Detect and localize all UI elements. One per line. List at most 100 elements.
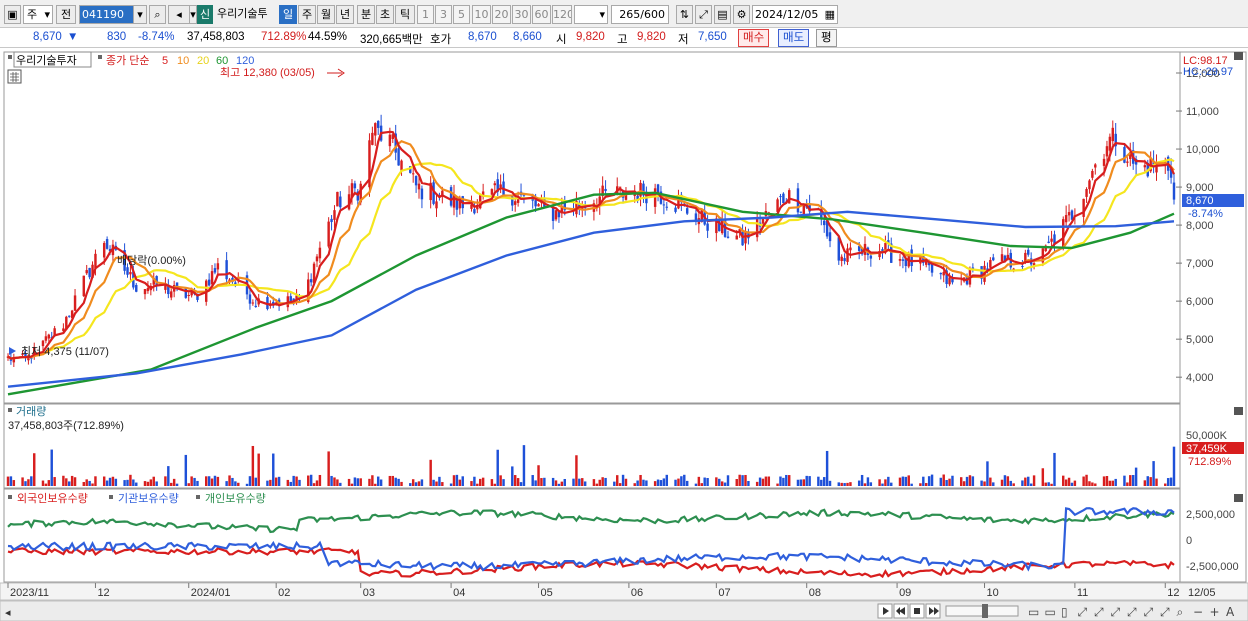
volume-bar bbox=[983, 481, 986, 486]
candle-body bbox=[248, 294, 252, 304]
date-field[interactable]: 2024/12/05 ▦ bbox=[752, 5, 838, 24]
calendar-icon[interactable]: ▦ bbox=[825, 6, 835, 23]
volume-bar bbox=[604, 477, 607, 486]
zoom-slider-handle[interactable] bbox=[982, 604, 988, 618]
volume-bar bbox=[735, 479, 738, 486]
volume-bar bbox=[388, 475, 392, 486]
quote-label: 호가 bbox=[430, 34, 452, 46]
candle-body bbox=[333, 210, 336, 220]
high-label: 고 bbox=[617, 34, 628, 46]
code-dropdown-icon[interactable]: ▾ bbox=[133, 5, 147, 24]
volume-bar bbox=[869, 482, 873, 486]
evaluate-button[interactable]: 평 bbox=[816, 29, 837, 47]
volume-bar bbox=[575, 455, 578, 486]
minute-1-button[interactable]: 1 bbox=[417, 5, 434, 24]
candle-body bbox=[840, 256, 843, 261]
volume-panel[interactable] bbox=[3, 403, 1181, 489]
volume-bar bbox=[359, 478, 362, 486]
volume-bar bbox=[761, 478, 765, 486]
volume-bar bbox=[414, 482, 418, 486]
volume-bar bbox=[534, 480, 537, 486]
bottom-tool-icon: ⌕ bbox=[1177, 605, 1184, 619]
volume-bar bbox=[662, 478, 666, 486]
candle-body bbox=[376, 120, 380, 128]
volume-bar bbox=[470, 481, 473, 486]
layout-icon[interactable]: ▣ bbox=[4, 5, 21, 24]
volume-bar bbox=[583, 481, 587, 486]
ma60-label[interactable]: 60 bbox=[216, 55, 228, 67]
candle-body bbox=[371, 132, 374, 145]
volume-bar bbox=[1064, 479, 1068, 486]
candle-body bbox=[939, 272, 943, 275]
period-week-button[interactable]: 주 bbox=[298, 5, 316, 24]
volume-bar bbox=[904, 476, 908, 486]
volume-bar bbox=[1027, 476, 1030, 486]
volume-bar bbox=[1009, 480, 1012, 486]
candle-body bbox=[251, 302, 255, 304]
period-day-button[interactable]: 일 bbox=[279, 5, 297, 24]
save-icon[interactable]: ▤ bbox=[714, 5, 731, 24]
period-minute-button[interactable]: 분 bbox=[357, 5, 375, 24]
volume-bar bbox=[910, 483, 913, 486]
stock-name: 우리기술투 bbox=[214, 5, 276, 24]
volume-bar bbox=[12, 480, 16, 486]
minute-5-button[interactable]: 5 bbox=[453, 5, 470, 24]
volume-bar bbox=[432, 479, 435, 486]
minute-60-button[interactable]: 60 bbox=[532, 5, 551, 24]
ma5-label[interactable]: 5 bbox=[162, 55, 168, 67]
minute-10-button[interactable]: 10 bbox=[472, 5, 491, 24]
ma120-label[interactable]: 120 bbox=[236, 55, 254, 67]
panel-close-icon[interactable] bbox=[1234, 52, 1243, 60]
candle-body bbox=[1027, 249, 1030, 255]
market-type-select[interactable]: 주 ▾ bbox=[23, 5, 53, 24]
candle-body bbox=[869, 255, 873, 259]
table-icon[interactable] bbox=[7, 69, 22, 84]
speaker-icon[interactable]: ◂ bbox=[168, 5, 190, 24]
volume-bar bbox=[572, 478, 575, 486]
volume-bar bbox=[417, 481, 421, 486]
volume-bar bbox=[901, 476, 905, 486]
volume-bar bbox=[184, 454, 188, 486]
panel-close-icon[interactable] bbox=[1234, 407, 1243, 415]
volume-bar bbox=[274, 477, 278, 486]
stock-chart[interactable]: 12,00011,00010,0009,0008,0007,0006,0005,… bbox=[0, 48, 1248, 621]
custom-period-select[interactable]: ▾ bbox=[574, 5, 608, 24]
ma10-label[interactable]: 10 bbox=[177, 55, 189, 67]
candle-body bbox=[1064, 215, 1068, 223]
period-tick-button[interactable]: 틱 bbox=[395, 5, 415, 24]
period-year-button[interactable]: 년 bbox=[336, 5, 354, 24]
volume-bar bbox=[825, 450, 829, 486]
volume-bar bbox=[581, 478, 584, 486]
volume-bar bbox=[152, 476, 155, 486]
price-panel[interactable] bbox=[3, 51, 1181, 404]
volume-bar bbox=[435, 481, 438, 486]
sell-button[interactable]: 매도 bbox=[778, 29, 810, 47]
panel-close-icon[interactable] bbox=[1234, 494, 1243, 502]
x-tick-label: 04 bbox=[453, 587, 465, 599]
volume-bar bbox=[397, 478, 400, 486]
volume-bar bbox=[1111, 480, 1115, 486]
volume-bar bbox=[796, 479, 800, 486]
candle-body bbox=[414, 176, 418, 186]
all-button[interactable]: 전 bbox=[56, 5, 76, 24]
draw-tool-icon[interactable]: ⤢ bbox=[695, 5, 712, 24]
minute-30-button[interactable]: 30 bbox=[512, 5, 531, 24]
volume-bar bbox=[1094, 483, 1097, 486]
ma20-label[interactable]: 20 bbox=[197, 55, 209, 67]
period-month-button[interactable]: 월 bbox=[317, 5, 335, 24]
count-field[interactable]: 265/600 bbox=[611, 5, 669, 24]
scroll-left-icon[interactable]: ◂ bbox=[5, 606, 11, 619]
search-icon[interactable]: ⌕ bbox=[149, 5, 166, 24]
minute-120-button[interactable]: 120 bbox=[552, 5, 572, 24]
buy-button[interactable]: 매수 bbox=[738, 29, 770, 47]
candle-body bbox=[942, 271, 945, 276]
speaker-dropdown-icon[interactable]: ▾ bbox=[190, 5, 197, 24]
zoom-icon[interactable]: ⇅ bbox=[676, 5, 693, 24]
gear-icon[interactable]: ⚙ bbox=[733, 5, 750, 24]
volume-bar bbox=[452, 475, 456, 486]
minute-3-button[interactable]: 3 bbox=[435, 5, 452, 24]
high-price: 9,820 bbox=[637, 31, 666, 43]
minute-20-button[interactable]: 20 bbox=[492, 5, 511, 24]
stock-code-input[interactable]: 041190 bbox=[79, 5, 135, 24]
period-second-button[interactable]: 초 bbox=[376, 5, 394, 24]
